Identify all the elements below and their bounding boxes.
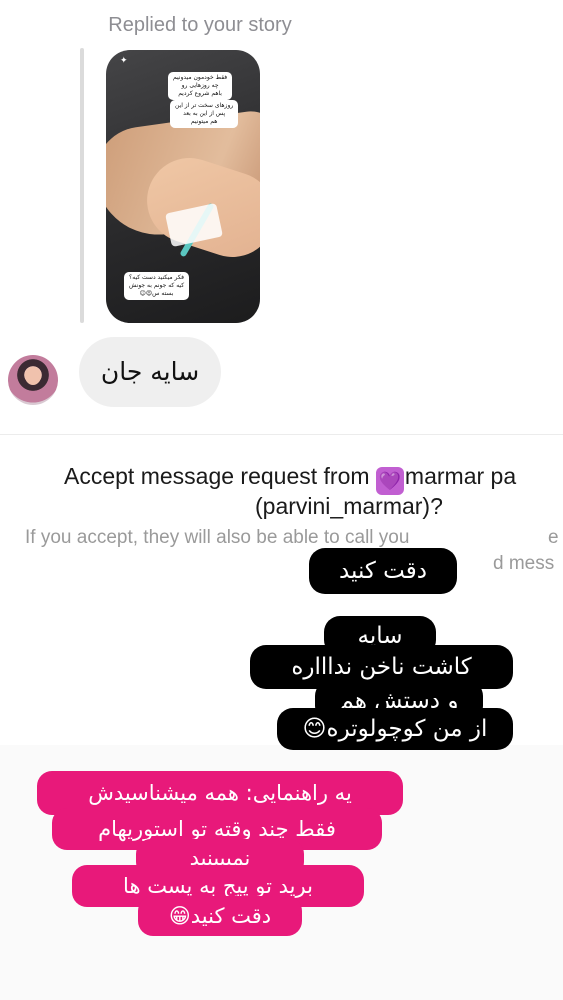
request-prefix: Accept message request from <box>64 463 370 489</box>
story-caption-2: روزهای سخت تر از این پس از این به بعد هم… <box>170 100 239 128</box>
sparkle-icon: ✦ <box>120 56 128 66</box>
request-name: marmar pa <box>404 463 517 489</box>
story-caption-1: فقط خودمون میدونیم چه روزهایی رو باهم شر… <box>168 72 233 100</box>
replied-label: Replied to your story <box>108 14 292 36</box>
reply-quote-bar <box>80 48 84 323</box>
message-text: سایه جان <box>100 357 200 386</box>
overlay-pink-line-5: دقت کنید😁 <box>138 896 302 936</box>
avatar-face <box>25 367 41 385</box>
sender-avatar[interactable] <box>8 355 58 405</box>
request-title: Accept message request from 💜 marmar pa <box>64 463 516 495</box>
divider <box>0 434 563 435</box>
story-caption-3: فکر میکنید دست کیه؟ کیه که جونم به جونش … <box>124 272 190 300</box>
request-username: (parvini_marmar)? <box>255 493 443 519</box>
purple-heart-icon: 💜 <box>375 467 404 495</box>
request-info-right-1: e <box>548 527 559 548</box>
overlay-black-line-1: دقت کنید <box>309 548 457 594</box>
request-info-right-2: d mess <box>493 553 555 574</box>
request-info: If you accept, they will also be able to… <box>25 527 410 548</box>
overlay-black-line-5: از من کوچولوتره😊 <box>277 708 513 750</box>
story-thumbnail[interactable]: ✦ فقط خودمون میدونیم چه روزهایی رو باهم … <box>106 50 260 323</box>
message-bubble[interactable]: سایه جان <box>79 337 221 407</box>
